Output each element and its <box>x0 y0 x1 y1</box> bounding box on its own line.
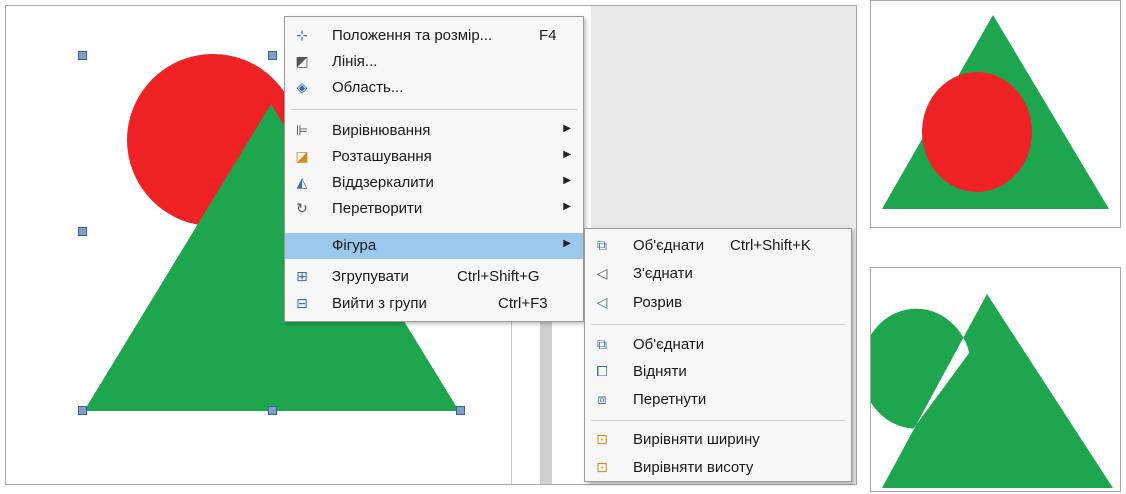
line-icon: ◩ <box>295 53 309 69</box>
selection-handle-top-middle[interactable] <box>268 51 277 60</box>
submenu-separator <box>591 420 845 421</box>
submenu-arrow-icon: ▶ <box>563 201 571 212</box>
union-icon: ⧉ <box>597 336 607 352</box>
menu-item-position-size[interactable]: ⊹ Положення та розмір... F4 <box>285 23 583 49</box>
shape-submenu: ⧉ Об'єднати Ctrl+Shift+K ◁ З'єднати ◁ Ро… <box>584 228 852 482</box>
submenu-arrow-icon: ▶ <box>563 149 571 160</box>
menu-item-line[interactable]: ◩ Лінія... <box>285 49 583 75</box>
selection-handle-top-left[interactable] <box>78 51 87 60</box>
menu-item-align[interactable]: ⊫ Вирівнювання ▶ <box>285 118 583 144</box>
break-icon: ◁ <box>596 294 608 310</box>
submenu-item-equal-height[interactable]: ⊡ Вирівняти висоту <box>585 455 851 481</box>
triangle-minus-circle-figure <box>871 294 1113 488</box>
submenu-item-intersect[interactable]: ⧈ Перетнути <box>585 387 851 413</box>
submenu-item-equal-width[interactable]: ⊡ Вирівняти ширину <box>585 427 851 453</box>
arrange-icon: ◪ <box>295 148 309 164</box>
menu-item-arrange[interactable]: ◪ Розташування ▶ <box>285 144 583 170</box>
selection-handle-bottom-left[interactable] <box>78 406 87 415</box>
submenu-arrow-icon: ▶ <box>563 123 571 134</box>
red-circle <box>922 72 1032 192</box>
submenu-item-subtract[interactable]: ⧠ Відняти <box>585 359 851 385</box>
context-menu: ⊹ Положення та розмір... F4 ◩ Лінія... ◈… <box>284 16 584 322</box>
submenu-item-connect[interactable]: ◁ З'єднати <box>585 261 851 287</box>
connect-icon: ◁ <box>596 265 608 281</box>
align-icon: ⊫ <box>295 122 309 138</box>
menu-item-flip[interactable]: ◭ Віддзеркалити ▶ <box>285 170 583 196</box>
submenu-separator <box>591 324 845 325</box>
flip-icon: ◭ <box>296 174 308 190</box>
selection-handle-bottom-middle[interactable] <box>268 406 277 415</box>
submenu-arrow-icon: ▶ <box>563 238 571 249</box>
selection-handle-bottom-right[interactable] <box>456 406 465 415</box>
selection-handle-middle-left[interactable] <box>78 227 87 236</box>
group-icon: ⊞ <box>296 268 308 284</box>
area-icon: ◈ <box>296 79 308 95</box>
convert-icon: ↻ <box>296 200 308 216</box>
intersect-icon: ⧈ <box>597 391 607 407</box>
result-preview-overlay <box>870 0 1121 228</box>
menu-separator <box>291 109 577 110</box>
ungroup-icon: ⊟ <box>296 295 308 311</box>
menu-item-convert[interactable]: ↻ Перетворити ▶ <box>285 196 583 222</box>
submenu-arrow-icon: ▶ <box>563 175 571 186</box>
merge-icon: ⧉ <box>597 237 607 253</box>
menu-item-ungroup[interactable]: ⊟ Вийти з групи Ctrl+F3 <box>285 291 583 317</box>
menu-item-group[interactable]: ⊞ Згрупувати Ctrl+Shift+G <box>285 264 583 290</box>
green-subtracted-shape <box>871 294 1113 488</box>
menu-item-shape[interactable]: Фігура ▶ <box>285 233 583 259</box>
submenu-item-union[interactable]: ⧉ Об'єднати <box>585 332 851 358</box>
equal-width-icon: ⊡ <box>596 431 608 447</box>
triangle-with-circle-figure <box>882 15 1109 209</box>
equal-height-icon: ⊡ <box>596 459 608 475</box>
submenu-item-break[interactable]: ◁ Розрив <box>585 290 851 316</box>
subtract-icon: ⧠ <box>596 363 608 379</box>
menu-item-area[interactable]: ◈ Область... <box>285 75 583 101</box>
result-preview-subtract <box>870 267 1121 492</box>
position-size-icon: ⊹ <box>296 27 308 43</box>
submenu-item-merge[interactable]: ⧉ Об'єднати Ctrl+Shift+K <box>585 233 851 259</box>
